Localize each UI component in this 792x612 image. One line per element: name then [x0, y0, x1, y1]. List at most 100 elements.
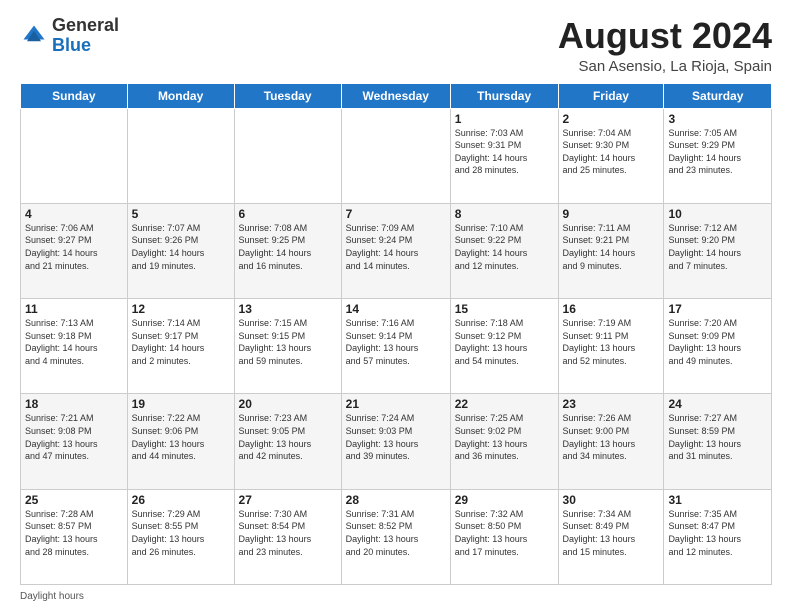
day-number: 26	[132, 493, 230, 507]
day-number: 27	[239, 493, 337, 507]
calendar-cell: 18Sunrise: 7:21 AM Sunset: 9:08 PM Dayli…	[21, 394, 128, 489]
day-number: 28	[346, 493, 446, 507]
day-info: Sunrise: 7:11 AM Sunset: 9:21 PM Dayligh…	[563, 222, 660, 272]
logo-general-text: General	[52, 15, 119, 35]
day-number: 5	[132, 207, 230, 221]
calendar-day-header: Wednesday	[341, 83, 450, 108]
day-info: Sunrise: 7:09 AM Sunset: 9:24 PM Dayligh…	[346, 222, 446, 272]
calendar-cell: 20Sunrise: 7:23 AM Sunset: 9:05 PM Dayli…	[234, 394, 341, 489]
daylight-label: Daylight hours	[20, 591, 84, 602]
day-number: 10	[668, 207, 767, 221]
day-number: 15	[455, 302, 554, 316]
day-info: Sunrise: 7:06 AM Sunset: 9:27 PM Dayligh…	[25, 222, 123, 272]
calendar-header-row: SundayMondayTuesdayWednesdayThursdayFrid…	[21, 83, 772, 108]
day-number: 24	[668, 397, 767, 411]
calendar-cell: 30Sunrise: 7:34 AM Sunset: 8:49 PM Dayli…	[558, 489, 664, 584]
day-info: Sunrise: 7:19 AM Sunset: 9:11 PM Dayligh…	[563, 317, 660, 367]
calendar-week-row: 1Sunrise: 7:03 AM Sunset: 9:31 PM Daylig…	[21, 108, 772, 203]
day-number: 1	[455, 112, 554, 126]
day-info: Sunrise: 7:18 AM Sunset: 9:12 PM Dayligh…	[455, 317, 554, 367]
calendar-week-row: 18Sunrise: 7:21 AM Sunset: 9:08 PM Dayli…	[21, 394, 772, 489]
calendar-cell: 8Sunrise: 7:10 AM Sunset: 9:22 PM Daylig…	[450, 203, 558, 298]
calendar-cell	[234, 108, 341, 203]
day-number: 12	[132, 302, 230, 316]
calendar-week-row: 4Sunrise: 7:06 AM Sunset: 9:27 PM Daylig…	[21, 203, 772, 298]
title-block: August 2024 San Asensio, La Rioja, Spain	[558, 16, 772, 75]
calendar-cell: 11Sunrise: 7:13 AM Sunset: 9:18 PM Dayli…	[21, 299, 128, 394]
day-info: Sunrise: 7:14 AM Sunset: 9:17 PM Dayligh…	[132, 317, 230, 367]
calendar-cell: 23Sunrise: 7:26 AM Sunset: 9:00 PM Dayli…	[558, 394, 664, 489]
day-info: Sunrise: 7:23 AM Sunset: 9:05 PM Dayligh…	[239, 412, 337, 462]
page: General Blue August 2024 San Asensio, La…	[0, 0, 792, 612]
day-info: Sunrise: 7:16 AM Sunset: 9:14 PM Dayligh…	[346, 317, 446, 367]
logo-blue-text: Blue	[52, 35, 91, 55]
day-number: 6	[239, 207, 337, 221]
day-number: 13	[239, 302, 337, 316]
day-info: Sunrise: 7:29 AM Sunset: 8:55 PM Dayligh…	[132, 508, 230, 558]
day-info: Sunrise: 7:13 AM Sunset: 9:18 PM Dayligh…	[25, 317, 123, 367]
calendar-cell: 27Sunrise: 7:30 AM Sunset: 8:54 PM Dayli…	[234, 489, 341, 584]
day-info: Sunrise: 7:35 AM Sunset: 8:47 PM Dayligh…	[668, 508, 767, 558]
calendar-cell: 5Sunrise: 7:07 AM Sunset: 9:26 PM Daylig…	[127, 203, 234, 298]
calendar-cell: 17Sunrise: 7:20 AM Sunset: 9:09 PM Dayli…	[664, 299, 772, 394]
calendar-cell: 16Sunrise: 7:19 AM Sunset: 9:11 PM Dayli…	[558, 299, 664, 394]
calendar-cell: 1Sunrise: 7:03 AM Sunset: 9:31 PM Daylig…	[450, 108, 558, 203]
day-number: 21	[346, 397, 446, 411]
calendar-cell: 25Sunrise: 7:28 AM Sunset: 8:57 PM Dayli…	[21, 489, 128, 584]
calendar-day-header: Friday	[558, 83, 664, 108]
day-number: 3	[668, 112, 767, 126]
calendar-cell: 19Sunrise: 7:22 AM Sunset: 9:06 PM Dayli…	[127, 394, 234, 489]
calendar-cell: 26Sunrise: 7:29 AM Sunset: 8:55 PM Dayli…	[127, 489, 234, 584]
calendar-cell: 12Sunrise: 7:14 AM Sunset: 9:17 PM Dayli…	[127, 299, 234, 394]
day-number: 9	[563, 207, 660, 221]
day-info: Sunrise: 7:04 AM Sunset: 9:30 PM Dayligh…	[563, 127, 660, 177]
calendar-table: SundayMondayTuesdayWednesdayThursdayFrid…	[20, 83, 772, 585]
day-number: 4	[25, 207, 123, 221]
logo-icon	[20, 22, 48, 50]
calendar-cell: 10Sunrise: 7:12 AM Sunset: 9:20 PM Dayli…	[664, 203, 772, 298]
calendar-week-row: 25Sunrise: 7:28 AM Sunset: 8:57 PM Dayli…	[21, 489, 772, 584]
day-number: 23	[563, 397, 660, 411]
day-number: 25	[25, 493, 123, 507]
day-info: Sunrise: 7:22 AM Sunset: 9:06 PM Dayligh…	[132, 412, 230, 462]
day-info: Sunrise: 7:20 AM Sunset: 9:09 PM Dayligh…	[668, 317, 767, 367]
calendar-cell: 3Sunrise: 7:05 AM Sunset: 9:29 PM Daylig…	[664, 108, 772, 203]
calendar-day-header: Tuesday	[234, 83, 341, 108]
day-number: 11	[25, 302, 123, 316]
calendar-week-row: 11Sunrise: 7:13 AM Sunset: 9:18 PM Dayli…	[21, 299, 772, 394]
calendar-cell: 6Sunrise: 7:08 AM Sunset: 9:25 PM Daylig…	[234, 203, 341, 298]
calendar-cell: 4Sunrise: 7:06 AM Sunset: 9:27 PM Daylig…	[21, 203, 128, 298]
day-info: Sunrise: 7:07 AM Sunset: 9:26 PM Dayligh…	[132, 222, 230, 272]
location: San Asensio, La Rioja, Spain	[558, 58, 772, 75]
day-info: Sunrise: 7:10 AM Sunset: 9:22 PM Dayligh…	[455, 222, 554, 272]
calendar-cell: 24Sunrise: 7:27 AM Sunset: 8:59 PM Dayli…	[664, 394, 772, 489]
calendar-cell: 14Sunrise: 7:16 AM Sunset: 9:14 PM Dayli…	[341, 299, 450, 394]
day-info: Sunrise: 7:31 AM Sunset: 8:52 PM Dayligh…	[346, 508, 446, 558]
day-info: Sunrise: 7:27 AM Sunset: 8:59 PM Dayligh…	[668, 412, 767, 462]
day-number: 8	[455, 207, 554, 221]
day-number: 18	[25, 397, 123, 411]
day-number: 30	[563, 493, 660, 507]
calendar-day-header: Monday	[127, 83, 234, 108]
day-number: 14	[346, 302, 446, 316]
calendar-cell: 21Sunrise: 7:24 AM Sunset: 9:03 PM Dayli…	[341, 394, 450, 489]
day-info: Sunrise: 7:30 AM Sunset: 8:54 PM Dayligh…	[239, 508, 337, 558]
calendar-day-header: Saturday	[664, 83, 772, 108]
day-info: Sunrise: 7:25 AM Sunset: 9:02 PM Dayligh…	[455, 412, 554, 462]
footer: Daylight hours	[20, 591, 772, 602]
calendar-cell: 7Sunrise: 7:09 AM Sunset: 9:24 PM Daylig…	[341, 203, 450, 298]
calendar-cell: 22Sunrise: 7:25 AM Sunset: 9:02 PM Dayli…	[450, 394, 558, 489]
day-number: 22	[455, 397, 554, 411]
calendar-cell: 28Sunrise: 7:31 AM Sunset: 8:52 PM Dayli…	[341, 489, 450, 584]
header: General Blue August 2024 San Asensio, La…	[20, 16, 772, 75]
calendar-cell: 13Sunrise: 7:15 AM Sunset: 9:15 PM Dayli…	[234, 299, 341, 394]
day-info: Sunrise: 7:32 AM Sunset: 8:50 PM Dayligh…	[455, 508, 554, 558]
day-number: 7	[346, 207, 446, 221]
day-info: Sunrise: 7:15 AM Sunset: 9:15 PM Dayligh…	[239, 317, 337, 367]
day-info: Sunrise: 7:24 AM Sunset: 9:03 PM Dayligh…	[346, 412, 446, 462]
calendar-cell: 2Sunrise: 7:04 AM Sunset: 9:30 PM Daylig…	[558, 108, 664, 203]
logo: General Blue	[20, 16, 119, 56]
day-info: Sunrise: 7:21 AM Sunset: 9:08 PM Dayligh…	[25, 412, 123, 462]
calendar-day-header: Thursday	[450, 83, 558, 108]
calendar-cell	[127, 108, 234, 203]
